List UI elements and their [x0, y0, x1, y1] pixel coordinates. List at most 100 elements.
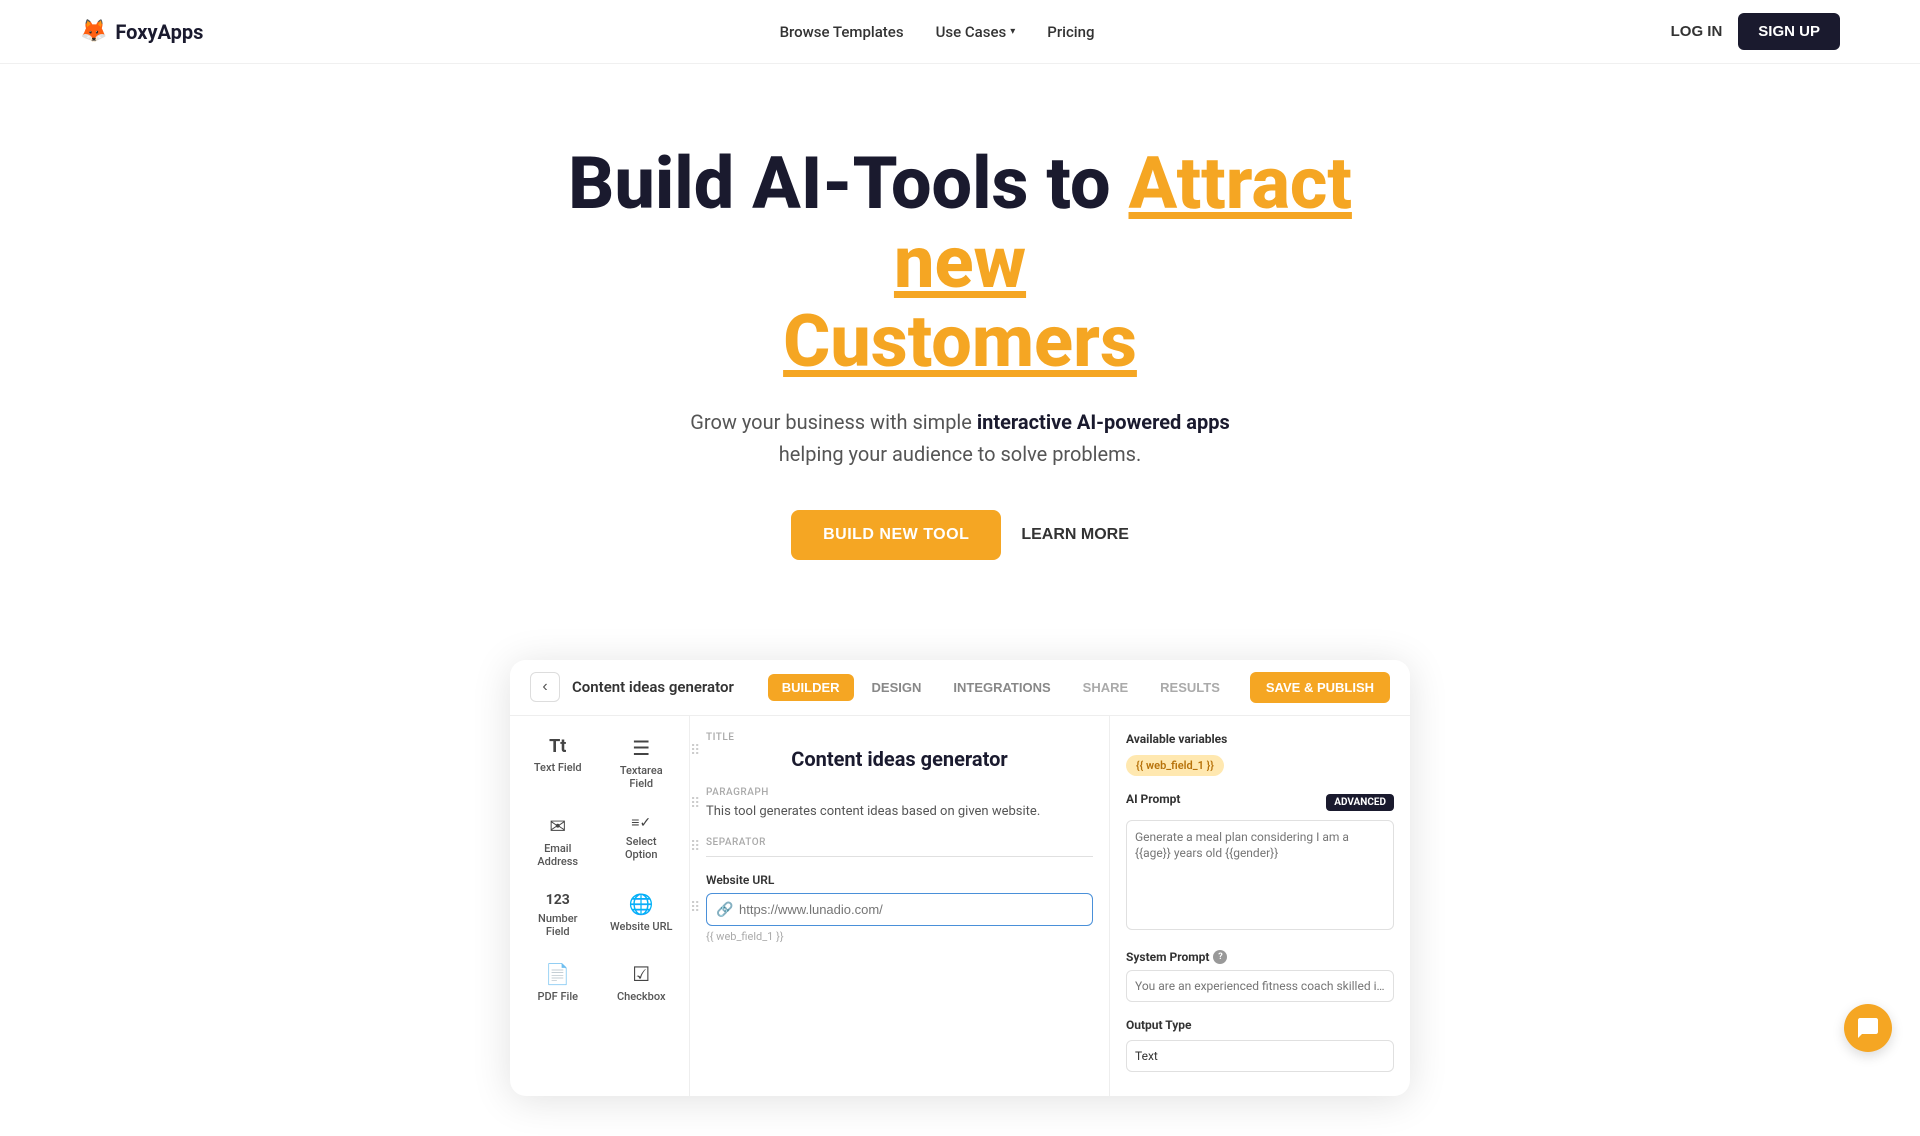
select-option-label: Select Option [610, 835, 674, 861]
demo-back-button[interactable]: ‹ [530, 672, 560, 702]
chat-bubble[interactable] [1844, 1004, 1892, 1052]
demo-tool-title: Content ideas generator [572, 678, 768, 696]
website-url-block: ⠿ Website URL 🔗 {{ web_field_1 }} [706, 873, 1093, 943]
advanced-badge: ADVANCED [1326, 794, 1394, 811]
nav-pricing[interactable]: Pricing [1047, 23, 1094, 41]
demo-left-panel: Tt Text Field ☰ Textarea Field ✉ Email A… [510, 716, 690, 1096]
paragraph-block-content: This tool generates content ideas based … [706, 802, 1093, 822]
hero-section: Build AI-Tools to Attract new Customers … [0, 64, 1920, 620]
nav-browse-templates[interactable]: Browse Templates [780, 23, 904, 41]
nav-actions: LOG IN SIGN UP [1671, 13, 1840, 50]
system-prompt-label-text: System Prompt [1126, 950, 1209, 964]
title-block: ⠿ Title Content ideas generator [706, 732, 1093, 771]
demo-tabs: BUILDER DESIGN INTEGRATIONS SHARE RESULT… [768, 674, 1234, 701]
text-field-label: Text Field [534, 761, 582, 774]
select-option-icon: ≡✓ [631, 814, 651, 831]
textarea-field-label: Textarea Field [610, 764, 674, 790]
logo-icon: 🦊 [80, 19, 107, 44]
system-prompt-input[interactable] [1126, 970, 1394, 1002]
nav-use-cases-label: Use Cases [936, 23, 1007, 41]
available-variables-label: Available variables [1126, 732, 1394, 746]
pdf-file-label: PDF File [537, 990, 578, 1003]
email-icon: ✉ [549, 814, 566, 838]
hero-heading: Build AI-Tools to Attract new Customers [510, 144, 1410, 382]
signup-button[interactable]: SIGN UP [1738, 13, 1840, 50]
nav-links: Browse Templates Use Cases ▾ Pricing [780, 23, 1095, 41]
tab-results: RESULTS [1146, 674, 1234, 701]
tab-integrations[interactable]: INTEGRATIONS [939, 674, 1064, 701]
learn-more-button[interactable]: LEARN MORE [1021, 526, 1129, 544]
system-prompt-label: System Prompt ? [1126, 950, 1394, 964]
website-url-block-label: Website URL [706, 873, 1093, 887]
output-type-select[interactable]: Text [1126, 1040, 1394, 1072]
drag-handle-title[interactable]: ⠿ [690, 743, 700, 759]
fields-row-1: Tt Text Field ☰ Textarea Field [518, 728, 681, 798]
hero-line2-highlight: Customers [783, 299, 1137, 384]
field-text-field[interactable]: Tt Text Field [518, 728, 598, 798]
demo-header: ‹ Content ideas generator BUILDER DESIGN… [510, 660, 1410, 716]
output-type-label: Output Type [1126, 1018, 1394, 1032]
hero-subtitle: Grow your business with simple interacti… [660, 406, 1260, 470]
url-variable: {{ web_field_1 }} [706, 930, 1093, 943]
separator-label: Separator [706, 837, 1093, 848]
hero-subtitle-normal: Grow your business with simple [690, 410, 977, 434]
field-email-address[interactable]: ✉ Email Address [518, 806, 598, 876]
checkbox-label: Checkbox [617, 990, 666, 1003]
nav-use-cases[interactable]: Use Cases ▾ [936, 23, 1016, 41]
paragraph-block: ⠿ Paragraph This tool generates content … [706, 787, 1093, 822]
url-input[interactable] [706, 893, 1093, 926]
url-icon: 🔗 [716, 902, 733, 918]
output-type-section: Output Type Text [1126, 1018, 1394, 1072]
textarea-field-icon: ☰ [632, 736, 650, 760]
login-button[interactable]: LOG IN [1671, 23, 1723, 40]
field-number-field[interactable]: 123 Number Field [518, 884, 598, 946]
ai-prompt-textarea[interactable] [1126, 820, 1394, 930]
build-new-tool-button[interactable]: BUILD NEW TOOL [791, 510, 1001, 560]
title-block-content: Content ideas generator [706, 747, 1093, 771]
separator-block: ⠿ Separator [706, 837, 1093, 857]
field-textarea-field[interactable]: ☰ Textarea Field [602, 728, 682, 798]
pdf-file-icon: 📄 [545, 962, 570, 986]
ai-prompt-label: AI Prompt [1126, 792, 1180, 806]
text-field-icon: Tt [549, 736, 566, 757]
drag-handle-url[interactable]: ⠿ [690, 900, 700, 916]
save-publish-button[interactable]: SAVE & PUBLISH [1250, 672, 1390, 703]
fields-row-2: ✉ Email Address ≡✓ Select Option [518, 806, 681, 876]
drag-handle-paragraph[interactable]: ⠿ [690, 796, 700, 812]
email-field-label: Email Address [526, 842, 590, 868]
hero-line1: Build AI-Tools to [568, 141, 1128, 226]
fields-row-4: 📄 PDF File ☑ Checkbox [518, 954, 681, 1011]
checkbox-icon: ☑ [632, 962, 650, 986]
demo-body: Tt Text Field ☰ Textarea Field ✉ Email A… [510, 716, 1410, 1096]
field-pdf-file[interactable]: 📄 PDF File [518, 954, 598, 1011]
tab-design[interactable]: DESIGN [858, 674, 936, 701]
logo[interactable]: 🦊 FoxyApps [80, 19, 203, 44]
field-checkbox[interactable]: ☑ Checkbox [602, 954, 682, 1011]
navbar: 🦊 FoxyApps Browse Templates Use Cases ▾ … [0, 0, 1920, 64]
fields-row-3: 123 Number Field 🌐 Website URL [518, 884, 681, 946]
prompt-header: AI Prompt ADVANCED [1126, 792, 1394, 814]
hero-subtitle-end: helping your audience to solve problems. [779, 442, 1142, 466]
title-block-label: Title [706, 732, 1093, 743]
info-icon: ? [1213, 950, 1227, 964]
field-select-option[interactable]: ≡✓ Select Option [602, 806, 682, 876]
website-url-label: Website URL [610, 920, 672, 933]
hero-subtitle-bold: interactive AI-powered apps [977, 410, 1230, 434]
demo-center-panel: ⠿ Title Content ideas generator ⠿ Paragr… [690, 716, 1110, 1096]
field-website-url[interactable]: 🌐 Website URL [602, 884, 682, 946]
chevron-down-icon: ▾ [1010, 26, 1015, 37]
url-input-wrapper: 🔗 [706, 893, 1093, 926]
separator-line [706, 856, 1093, 857]
chat-icon [1856, 1016, 1880, 1040]
hero-actions: BUILD NEW TOOL LEARN MORE [40, 510, 1880, 560]
ai-prompt-section: AI Prompt ADVANCED [1126, 792, 1394, 934]
variable-badge: {{ web_field_1 }} [1126, 755, 1224, 776]
tab-builder[interactable]: BUILDER [768, 674, 854, 701]
available-variables-section: Available variables {{ web_field_1 }} [1126, 732, 1394, 776]
demo-right-panel: Available variables {{ web_field_1 }} AI… [1110, 716, 1410, 1096]
logo-text: FoxyApps [115, 20, 203, 44]
website-url-icon: 🌐 [629, 892, 654, 916]
drag-handle-separator[interactable]: ⠿ [690, 839, 700, 855]
paragraph-block-label: Paragraph [706, 787, 1093, 798]
system-prompt-section: System Prompt ? [1126, 950, 1394, 1002]
